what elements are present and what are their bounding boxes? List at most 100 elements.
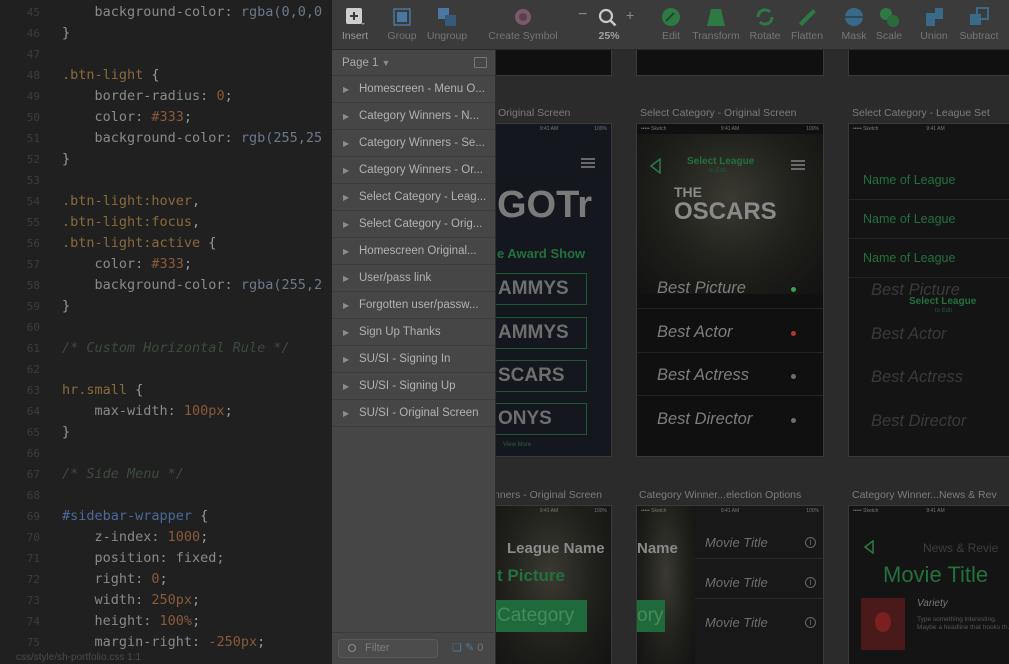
code-line[interactable]: 63 hr.small { (0, 380, 332, 401)
hamburger-icon[interactable] (581, 158, 595, 168)
category-button[interactable]: ory (637, 600, 665, 632)
layer-item[interactable]: ▶ Category Winners - Se... (332, 130, 495, 157)
info-icon[interactable]: i (805, 577, 816, 588)
show-button[interactable]: AMMYS (496, 317, 587, 349)
movie-option[interactable]: Movie Title (705, 575, 768, 590)
flatten-button[interactable]: Flatten (788, 6, 826, 42)
category-item[interactable]: Best Actress (657, 366, 749, 385)
artboard-title[interactable]: Select Category - League Set (852, 107, 990, 119)
artboard-category-winners[interactable]: 9:41 AM 100% League Name t Picture Catego… (496, 505, 612, 664)
code-line[interactable]: 47 (0, 44, 332, 65)
layer-item[interactable]: ▶ SU/SI - Signing In (332, 346, 495, 373)
code-line[interactable]: 62 (0, 359, 332, 380)
code-line[interactable]: 69 #sidebar-wrapper { (0, 506, 332, 527)
layer-item[interactable]: ▶ Select Category - Orig... (332, 211, 495, 238)
code-line[interactable]: 55 .btn-light:focus, (0, 212, 332, 233)
category-button[interactable]: Category (496, 600, 587, 632)
artboard-title[interactable]: nners - Original Screen (496, 489, 602, 501)
code-line[interactable]: 73 width: 250px; (0, 590, 332, 611)
mask-button[interactable]: Mask (840, 6, 868, 42)
layer-item[interactable]: ▶ Forgotten user/passw... (332, 292, 495, 319)
code-line[interactable]: 75 margin-right: -250px; (0, 632, 332, 653)
artboard-partial[interactable] (496, 50, 612, 76)
artboard-homescreen[interactable]: 9:41 AM 100% GOTr e Award Show AMMYS AMMY… (496, 123, 612, 457)
code-line[interactable]: 60 (0, 317, 332, 338)
page-selector[interactable]: Page 1 ▼ (332, 50, 495, 76)
code-line[interactable]: 74 height: 100%; (0, 611, 332, 632)
disclosure-triangle-icon[interactable]: ▶ (343, 292, 349, 318)
zoom-in-button[interactable]: + (626, 7, 634, 23)
layer-item[interactable]: ▶ User/pass link (332, 265, 495, 292)
code-line[interactable]: 71 position: fixed; (0, 548, 332, 569)
layer-item[interactable]: ▶ Homescreen - Menu O... (332, 76, 495, 103)
artboard-title[interactable]: Category Winner...News & Rev (852, 489, 997, 501)
code-line[interactable]: 51 background-color: rgb(255,25 (0, 128, 332, 149)
info-icon[interactable]: i (805, 617, 816, 628)
artboard-partial[interactable] (848, 50, 1009, 76)
disclosure-triangle-icon[interactable]: ▶ (343, 238, 349, 264)
disclosure-triangle-icon[interactable]: ▶ (343, 319, 349, 345)
disclosure-triangle-icon[interactable]: ▶ (343, 130, 349, 156)
layer-item[interactable]: ▶ SU/SI - Original Screen (332, 400, 495, 427)
layer-item[interactable]: ▶ Category Winners - Or... (332, 157, 495, 184)
category-item[interactable]: Best Director (657, 410, 752, 429)
canvas[interactable]: Original Screen Select Category - Origin… (496, 50, 1009, 664)
artboard-news-reviews[interactable]: ••••• Sketch 9:41 AM News & Revie Movie T… (848, 505, 1009, 664)
back-arrow-icon[interactable] (863, 540, 874, 554)
category-item[interactable]: Best Actor (657, 323, 733, 342)
rotate-button[interactable]: Rotate (748, 6, 782, 42)
news-tab[interactable]: News & Revie (923, 541, 998, 555)
code-line[interactable]: 70 z-index: 1000; (0, 527, 332, 548)
code-line[interactable]: 64 max-width: 100px; (0, 401, 332, 422)
artboard-partial[interactable] (636, 50, 824, 76)
transform-button[interactable]: Transform (690, 6, 742, 42)
code-line[interactable]: 59} (0, 296, 332, 317)
view-more-link[interactable]: View More (503, 442, 531, 448)
code-line[interactable]: 53 (0, 170, 332, 191)
artboard-title[interactable]: Category Winner...election Options (639, 489, 801, 501)
code-line[interactable]: 48 .btn-light { (0, 65, 332, 86)
artboard-league-set[interactable]: ••••• Sketch 9:41 AM Name of League Name … (848, 123, 1009, 457)
show-button[interactable]: SCARS (496, 360, 587, 392)
create-symbol-button[interactable]: Create Symbol (484, 6, 562, 42)
artboard-select-category[interactable]: ••••• Sketch 9:41 AM 100% Select League to… (636, 123, 824, 457)
zoom-control[interactable]: − + 25% (576, 6, 642, 42)
show-button[interactable]: AMMYS (496, 273, 587, 305)
movie-option[interactable]: Movie Title (705, 615, 768, 630)
code-line[interactable]: 54 .btn-light:hover, (0, 191, 332, 212)
code-line[interactable]: 66 (0, 443, 332, 464)
edit-button[interactable]: Edit (658, 6, 684, 42)
disclosure-triangle-icon[interactable]: ▶ (343, 76, 349, 102)
zoom-out-button[interactable]: − (578, 6, 587, 24)
layer-item[interactable]: ▶ SU/SI - Signing Up (332, 373, 495, 400)
show-button[interactable]: ONYS (496, 403, 587, 435)
artboard-selection-options[interactable]: ••••• Sketch 9:41 AM 100% Name ory Movie T… (636, 505, 824, 664)
disclosure-triangle-icon[interactable]: ▶ (343, 184, 349, 210)
subtract-button[interactable]: Subtract (956, 6, 1002, 42)
code-editor[interactable]: 45 background-color: rgba(0,0,0 46} 47 48 .b… (0, 0, 332, 664)
code-line[interactable]: 46} (0, 23, 332, 44)
code-line[interactable]: 67 /* Side Menu */ (0, 464, 332, 485)
code-line[interactable]: 49 border-radius: 0; (0, 86, 332, 107)
disclosure-triangle-icon[interactable]: ▶ (343, 157, 349, 183)
code-line[interactable]: 45 background-color: rgba(0,0,0 (0, 2, 332, 23)
add-page-icon[interactable] (474, 57, 487, 68)
hamburger-icon[interactable] (791, 160, 805, 170)
layer-item[interactable]: ▶ Select Category - Leag... (332, 184, 495, 211)
filter-options[interactable]: ❏ ✎ 0 (452, 641, 483, 654)
league-item[interactable]: Name of League (863, 251, 955, 265)
layer-item[interactable]: ▶ Homescreen Original... (332, 238, 495, 265)
code-line[interactable]: 65} (0, 422, 332, 443)
disclosure-triangle-icon[interactable]: ▶ (343, 103, 349, 129)
layer-item[interactable]: ▶ Category Winners - N... (332, 103, 495, 130)
code-line[interactable]: 50 color: #333; (0, 107, 332, 128)
layer-item[interactable]: ▶ Sign Up Thanks (332, 319, 495, 346)
code-line[interactable]: 52} (0, 149, 332, 170)
disclosure-triangle-icon[interactable]: ▶ (343, 373, 349, 399)
artboard-title[interactable]: Select Category - Original Screen (640, 107, 796, 119)
disclosure-triangle-icon[interactable]: ▶ (343, 265, 349, 291)
ungroup-button[interactable]: Ungroup (426, 6, 468, 42)
group-button[interactable]: Group (387, 6, 417, 42)
league-item[interactable]: Name of League (863, 173, 955, 187)
artboard-title[interactable]: Original Screen (498, 107, 570, 119)
